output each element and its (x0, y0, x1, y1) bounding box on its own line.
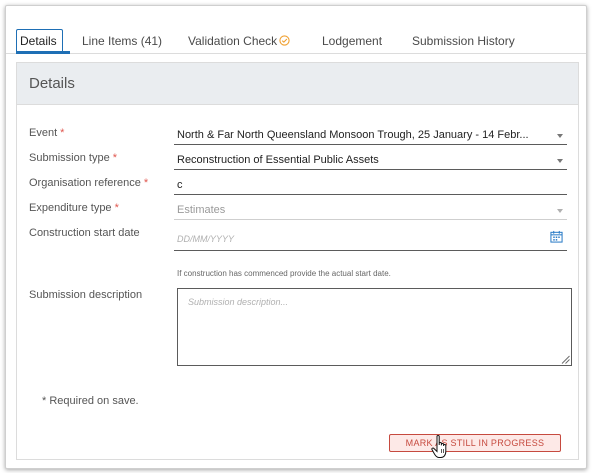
expenditure-type-label-text: Expenditure type (29, 202, 112, 214)
submission-description-label: Submission description (29, 289, 143, 301)
required-marker: * (114, 202, 119, 214)
organisation-reference-label: Organisation reference * (29, 177, 148, 189)
panel-header: Details (17, 63, 578, 105)
required-marker: * (143, 177, 149, 189)
organisation-reference-label-text: Organisation reference (29, 177, 141, 189)
tab-bar: Details Line Items (41) Validation Check… (6, 6, 586, 54)
construction-start-date-label: Construction start date (29, 227, 140, 239)
construction-start-date-input[interactable]: DD/MM/YYYY (174, 227, 567, 251)
chevron-down-icon (557, 159, 563, 163)
required-marker: * (112, 152, 117, 164)
tab-details[interactable]: Details (16, 29, 63, 53)
event-label: Event * (29, 127, 64, 139)
required-note: * Required on save. (42, 395, 139, 407)
hand-pointer-icon (431, 434, 447, 458)
submission-description-textarea[interactable]: Submission description... (177, 288, 572, 366)
submission-type-label: Submission type * (29, 152, 117, 164)
tab-validation-check[interactable]: Validation Check (188, 34, 290, 48)
tab-lodgement[interactable]: Lodgement (322, 34, 382, 48)
event-value: North & Far North Queensland Monsoon Tro… (177, 129, 529, 141)
tab-line-items[interactable]: Line Items (41) (82, 34, 162, 48)
submission-type-label-text: Submission type (29, 152, 110, 164)
mark-still-in-progress-button[interactable]: MARK AS STILL IN PROGRESS (389, 434, 561, 452)
expenditure-type-select: Estimates (174, 200, 567, 220)
event-select[interactable]: North & Far North Queensland Monsoon Tro… (174, 125, 567, 145)
panel-title: Details (29, 75, 75, 92)
organisation-reference-value: c (177, 179, 183, 191)
date-placeholder: DD/MM/YYYY (177, 234, 235, 244)
active-tab-indicator (16, 51, 70, 54)
chevron-down-icon (557, 209, 563, 213)
resize-handle-icon[interactable] (561, 355, 570, 364)
event-label-text: Event (29, 127, 58, 139)
calendar-icon[interactable] (550, 230, 563, 243)
window-frame: Details Line Items (41) Validation Check… (5, 5, 587, 469)
description-placeholder: Submission description... (188, 297, 289, 307)
required-marker: * (60, 127, 65, 139)
organisation-reference-input[interactable]: c (174, 175, 567, 195)
details-panel: Details Event * North & Far North Queensl… (16, 62, 579, 460)
tab-submission-history[interactable]: Submission History (412, 34, 515, 48)
chevron-down-icon (557, 134, 563, 138)
tab-validation-check-label: Validation Check (188, 34, 278, 48)
submission-type-select[interactable]: Reconstruction of Essential Public Asset… (174, 150, 567, 170)
expenditure-type-value: Estimates (177, 204, 226, 216)
construction-date-hint: If construction has commenced provide th… (177, 269, 391, 278)
submission-type-value: Reconstruction of Essential Public Asset… (177, 154, 379, 166)
expenditure-type-label: Expenditure type * (29, 202, 119, 214)
check-circle-icon (279, 35, 290, 46)
